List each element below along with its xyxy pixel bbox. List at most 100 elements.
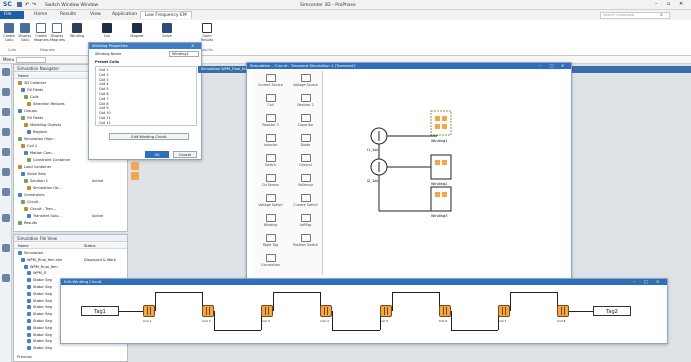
help-icon[interactable] [2,274,10,282]
navigator-row[interactable]: Simulation Obje... [18,137,56,142]
undo-icon[interactable]: ↶ [25,2,29,8]
navigator-icon[interactable] [2,68,10,76]
circuit-coil[interactable] [557,305,569,317]
navigator-row[interactable]: Results [18,221,37,226]
cancel-button[interactable]: Cancel [173,151,197,158]
circuit-coil[interactable] [202,305,215,317]
settings-icon[interactable] [2,214,10,222]
magnet-button[interactable]: Magnet [130,23,144,38]
circuit-coil[interactable] [320,305,333,317]
display-coils-button[interactable]: Display Coils [18,23,32,42]
coil-list-item[interactable]: Coil 1 [99,68,109,72]
tab-view[interactable]: View [86,11,105,19]
coil-button[interactable]: Coil [100,23,114,38]
redo-icon[interactable]: ↷ [32,2,36,8]
navigator-row[interactable]: Constraints [18,193,45,198]
navigator-row[interactable]: Constraint Container [18,158,70,163]
coil-list-item[interactable]: Coil 12 [99,121,111,125]
display-magnets-button[interactable]: Display Magnets [50,23,65,42]
solve-button[interactable]: Solve [160,23,174,38]
coil-list-item[interactable]: Coil 9 [99,106,109,110]
minimize-icon[interactable]: – [655,1,658,7]
coil-tool-icon[interactable] [131,162,139,170]
coil-list-item[interactable]: Coil 2 [99,73,109,77]
tab-application[interactable]: Application [108,11,141,19]
edit-winding-circuit-button[interactable]: Edit Winding Circuit [109,133,189,140]
save-icon[interactable] [17,2,22,7]
window-maximize-icon[interactable]: □ [550,63,554,68]
navigator-row[interactable]: Selection Recipes [18,102,65,107]
palette-item[interactable]: Current Switch [288,194,323,207]
edit-minimize-icon[interactable]: – [633,279,635,284]
tab-file[interactable]: File [0,11,24,19]
navigator-row[interactable]: Coils [18,95,39,100]
palette-item[interactable]: Switch [253,154,288,167]
web-icon[interactable] [2,148,10,156]
reuse-icon[interactable] [2,244,10,252]
navigator-row[interactable]: 3D Collector [18,81,46,86]
palette-item[interactable]: Voltage Switch [253,194,288,207]
tab-home[interactable]: Home [30,11,51,19]
edit-close-icon[interactable]: ✕ [656,279,659,284]
winding-block-2[interactable] [430,154,452,180]
palette-item[interactable]: CurSensor [253,174,288,187]
coil-list-item[interactable]: Coil 4 [99,82,109,86]
history-icon[interactable] [2,128,10,136]
navigator-row[interactable]: Simulation Ob... [18,186,62,191]
edit-maximize-icon[interactable]: □ [644,279,648,284]
palette-item[interactable]: LeftTag [288,214,323,227]
preview-label[interactable]: Preview [17,354,32,359]
switch-window-label[interactable]: Switch Window Window [45,3,98,8]
coil-list-item[interactable]: Coil 5 [99,87,109,91]
palette-item[interactable]: Ground [288,154,323,167]
menu-button[interactable]: Menu [3,57,14,62]
part-icon[interactable] [2,88,10,96]
navigator-row[interactable]: Fill Fields [18,116,43,121]
palette-item[interactable]: Connection [253,254,288,267]
navigator-row[interactable]: Transient Solu... Active [18,214,103,219]
ok-button[interactable]: OK [145,151,169,158]
file-row[interactable]: Stator Seg [18,285,52,290]
file-row[interactable]: Stator Seg [18,319,52,324]
circuit-coil[interactable] [497,305,510,317]
file-row[interactable]: WPM_Final_fem.sim Displayed & Work [18,257,116,263]
navigator-row[interactable]: Solve Sets [18,172,46,177]
file-row[interactable]: WPM_Final_fem [18,264,58,270]
create-magnets-button[interactable]: Create Magnets [34,23,49,42]
search-icon[interactable]: ⌕ [660,12,663,18]
file-row[interactable]: Stator Seg [18,332,52,338]
window-close-icon[interactable]: ✕ [561,63,564,68]
file-row[interactable]: Stator Seg [18,305,52,310]
winding-block-3[interactable] [430,186,452,212]
navigator-row[interactable]: Modeling Objects [18,123,61,128]
palette-item[interactable]: Right Tag [253,234,288,247]
navigator-row[interactable]: Circuit [18,200,39,205]
navigator-row[interactable]: Groups [18,109,37,114]
palette-item[interactable]: Current Source [253,74,288,87]
file-row[interactable]: Stator Seg [18,291,52,297]
window-minimize-icon[interactable]: – [539,63,541,68]
navigator-row[interactable]: Regions [18,130,47,135]
palette-item[interactable]: Voltage Source [288,74,323,87]
left-tag[interactable]: Tag1 [81,306,119,316]
file-row[interactable]: Stator Seg [18,346,52,351]
circuit-coil[interactable] [438,305,451,317]
navigator-row[interactable]: Circuit - Tran... [18,207,56,212]
magnet-tool-icon[interactable] [131,172,139,180]
circuit-canvas[interactable]: I1_1dc I2_1dc Winding1 Winding2 Winding3 [327,71,567,275]
winding-block-1[interactable] [430,110,452,136]
file-row[interactable]: Stator Seg [18,312,52,317]
winding-name-field[interactable]: Winding1 [169,51,199,57]
coil-list-item[interactable]: Coil 6 [99,92,109,96]
coil-list-item[interactable]: Coil 8 [99,102,109,106]
winding-button[interactable]: Winding [70,23,84,38]
palette-item[interactable]: Diode [288,134,323,147]
circuit-coil[interactable] [261,305,274,317]
right-tag[interactable]: Tag2 [593,306,631,316]
restore-icon[interactable]: ▫ [667,1,670,7]
circuit-coil[interactable] [143,305,155,317]
palette-item[interactable]: Capacitor [288,114,323,127]
palette-item[interactable]: Resistor 2 [288,94,323,107]
coil-list[interactable]: Coil 1 Coil 2 Coil 3 Coil 4 Coil 5 Coil 6 Coil… [95,66,197,126]
circuit-coil[interactable] [379,305,392,317]
